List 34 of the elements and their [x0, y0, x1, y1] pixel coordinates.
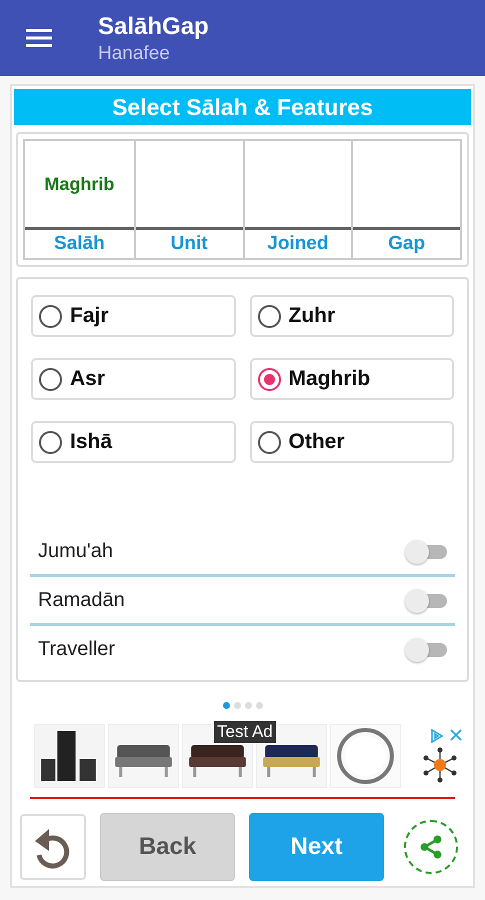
column-label: Joined	[267, 233, 328, 255]
column-label: Salāh	[54, 233, 105, 255]
share-icon	[418, 834, 444, 860]
menu-icon[interactable]	[26, 28, 52, 48]
app-title: SalāhGap	[98, 13, 209, 41]
prayer-option[interactable]: Fajr	[31, 295, 236, 337]
feature-label: Jumu'ah	[38, 540, 113, 562]
radio-button[interactable]	[258, 304, 280, 328]
radio-button[interactable]	[258, 368, 280, 390]
radio-button[interactable]	[258, 430, 280, 454]
toggle-switch[interactable]	[405, 589, 447, 611]
toggle-switch[interactable]	[405, 540, 447, 562]
ad-label-tooltip: Test Ad	[214, 721, 276, 743]
prayer-option[interactable]: Other	[250, 421, 454, 463]
feature-label: Traveller	[38, 638, 116, 660]
ad-choices-icon[interactable]	[430, 729, 444, 743]
prayer-option[interactable]: Ishā	[31, 421, 236, 463]
prayer-option[interactable]: Maghrib	[250, 358, 454, 400]
column-label: Unit	[170, 233, 208, 255]
summary-value: Maghrib	[44, 174, 114, 194]
radio-button[interactable]	[39, 368, 62, 390]
toggle-switch[interactable]	[405, 638, 447, 660]
back-button[interactable]: Back	[100, 813, 235, 881]
section-heading: Select Sālah & Features	[14, 89, 471, 125]
radio-button[interactable]	[39, 304, 62, 328]
close-icon[interactable]	[450, 729, 462, 741]
prayer-option[interactable]: Zuhr	[250, 295, 454, 337]
feature-label: Ramadān	[38, 588, 125, 612]
network-icon	[422, 747, 458, 783]
radio-button[interactable]	[39, 430, 62, 454]
app-subtitle: Hanafee	[98, 43, 171, 65]
column-label: Gap	[388, 233, 426, 255]
reset-button[interactable]	[20, 814, 86, 880]
prayer-option[interactable]: Asr	[31, 358, 236, 400]
